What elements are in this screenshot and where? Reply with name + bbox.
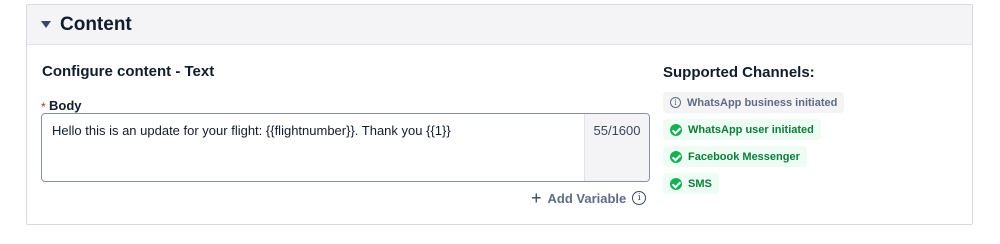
- info-icon: i: [670, 97, 681, 108]
- check-circle-icon: [670, 150, 682, 163]
- supported-channels-title: Supported Channels:: [663, 64, 815, 81]
- configure-content-title: Configure content - Text: [42, 63, 215, 80]
- body-text-value[interactable]: Hello this is an update for your flight:…: [52, 122, 451, 140]
- chevron-down-icon[interactable]: [41, 21, 51, 28]
- channel-label: Facebook Messenger: [688, 150, 800, 163]
- channel-label: SMS: [688, 177, 712, 190]
- add-variable-label: Add Variable: [547, 190, 627, 206]
- channel-label: WhatsApp business initiated: [687, 96, 838, 109]
- check-circle-icon: [670, 177, 682, 190]
- content-panel: Content Configure content - Text * Body …: [26, 4, 973, 225]
- body-textarea[interactable]: Hello this is an update for your flight:…: [41, 113, 650, 182]
- required-indicator: *: [41, 100, 46, 114]
- panel-header[interactable]: Content: [27, 5, 972, 45]
- check-circle-icon: [670, 123, 682, 136]
- info-icon[interactable]: i: [632, 191, 647, 205]
- channel-badge-whatsapp-user: WhatsApp user initiated: [663, 119, 821, 140]
- channel-badge-facebook-messenger: Facebook Messenger: [663, 146, 807, 167]
- channel-badge-whatsapp-business: i WhatsApp business initiated: [663, 92, 845, 113]
- channel-label: WhatsApp user initiated: [688, 123, 814, 136]
- channel-badge-sms: SMS: [663, 173, 719, 194]
- plus-icon: +: [531, 188, 542, 208]
- panel-title: Content: [60, 14, 132, 35]
- add-variable-button[interactable]: + Add Variable i: [531, 188, 647, 208]
- character-counter: 55/1600: [584, 114, 649, 181]
